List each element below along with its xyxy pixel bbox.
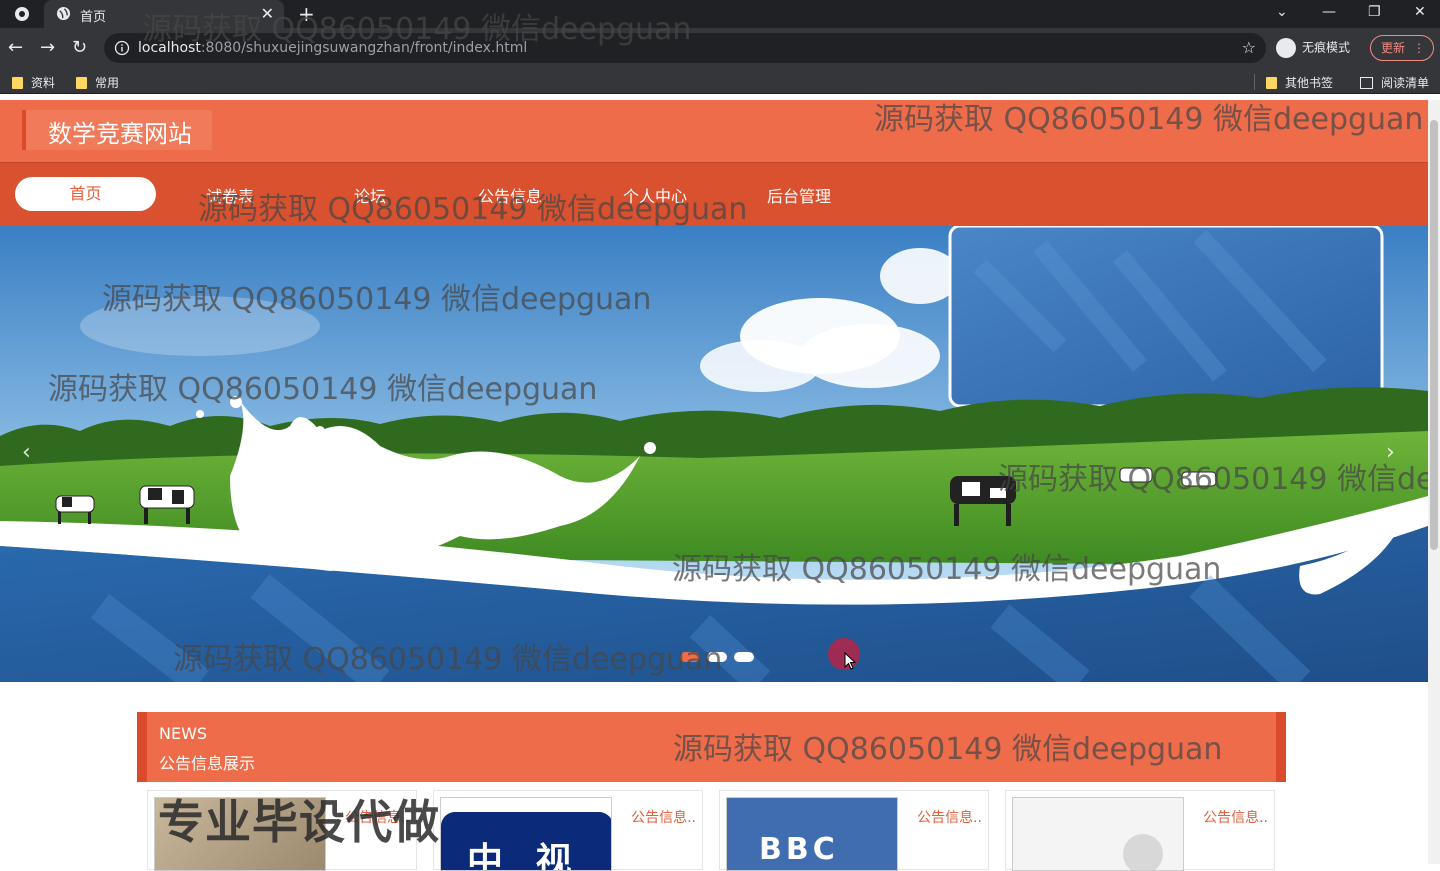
- incognito-icon: [1276, 38, 1296, 58]
- mouse-cursor-icon: [844, 652, 857, 670]
- carousel-next-icon[interactable]: ›: [1386, 440, 1395, 465]
- url-text: localhost:8080/shuxuejingsuwangzhan/fron…: [138, 40, 527, 56]
- reading-list[interactable]: 阅读清单: [1360, 74, 1429, 91]
- carousel-dot-3[interactable]: [734, 652, 754, 662]
- info-icon[interactable]: [114, 40, 130, 56]
- reading-list-icon: [1360, 77, 1373, 89]
- banner-image: [0, 226, 1428, 682]
- browser-logo-icon: [15, 7, 29, 21]
- carousel-prev-icon[interactable]: ‹: [22, 440, 31, 465]
- news-thumbnail: BBC: [726, 797, 898, 871]
- menu-dots-icon[interactable]: ⋮: [1413, 36, 1425, 60]
- reading-list-label: 阅读清单: [1381, 76, 1430, 90]
- url-host: localhost: [138, 40, 201, 56]
- reload-icon[interactable]: ↻: [72, 38, 87, 58]
- globe-icon: [56, 6, 71, 21]
- site-title: 数学竞赛网站: [22, 110, 212, 150]
- nav-item-home[interactable]: 首页: [15, 177, 156, 211]
- bookmark-folder[interactable]: 常用: [76, 74, 119, 91]
- main-nav: 首页 试卷表 论坛 公告信息 个人中心 后台管理: [0, 162, 1428, 226]
- folder-icon: [76, 77, 87, 89]
- tab-search-icon[interactable]: ⌄: [1276, 4, 1288, 20]
- restore-icon[interactable]: ❐: [1368, 4, 1381, 20]
- other-bookmarks-label: 其他书签: [1285, 76, 1334, 90]
- folder-icon: [1266, 77, 1277, 89]
- folder-icon: [12, 77, 23, 89]
- nav-item-notice[interactable]: 公告信息: [478, 183, 542, 207]
- update-button[interactable]: 更新 ⋮: [1370, 35, 1434, 61]
- bookmarks-bar: 资料 常用 其他书签 阅读清单: [0, 68, 1440, 94]
- other-bookmarks[interactable]: 其他书签: [1266, 74, 1333, 91]
- thumbnail-shape: [1123, 834, 1163, 870]
- bookmark-folder[interactable]: 资料: [12, 74, 55, 91]
- incognito-indicator[interactable]: 无痕模式: [1276, 38, 1350, 58]
- nav-item-admin[interactable]: 后台管理: [767, 183, 831, 207]
- update-label: 更新: [1381, 41, 1406, 55]
- bbc-logo-text: BBC: [759, 832, 839, 867]
- new-tab-icon[interactable]: +: [298, 2, 315, 26]
- url-path: :8080/shuxuejingsuwangzhan/front/index.h…: [200, 40, 528, 56]
- tv-logo-text: 中 视: [467, 841, 582, 871]
- news-card-title: 公告信息..: [1203, 810, 1268, 826]
- nav-item-profile[interactable]: 个人中心: [623, 183, 687, 207]
- news-label-en: NEWS: [159, 724, 208, 743]
- bookmark-label: 资料: [31, 76, 56, 90]
- carousel-dot-1[interactable]: [680, 652, 700, 662]
- forward-icon[interactable]: →: [40, 38, 55, 58]
- news-card-title: 公告信息..: [631, 810, 696, 826]
- bookmark-star-icon[interactable]: ☆: [1242, 38, 1256, 57]
- overlay-text: 专业毕设代做: [158, 795, 440, 849]
- tab-title: 首页: [80, 10, 107, 25]
- nav-item-exam[interactable]: 试卷表: [206, 183, 254, 207]
- news-thumbnail: [1012, 797, 1184, 871]
- browser-tabbar: 首页 ✕ + ⌄ — ❐ ✕: [0, 0, 1440, 28]
- browser-toolbar: ← → ↻ localhost:8080/shuxuejingsuwangzha…: [0, 28, 1440, 68]
- news-thumbnail: 中 视: [440, 797, 612, 871]
- scrollbar-thumb[interactable]: [1430, 120, 1438, 550]
- news-card[interactable]: 公告信息..: [1005, 790, 1275, 871]
- carousel-dot-2[interactable]: [707, 652, 727, 662]
- window-close-icon[interactable]: ✕: [1414, 4, 1426, 20]
- bookmark-label: 常用: [95, 76, 120, 90]
- tab-close-icon[interactable]: ✕: [261, 4, 274, 23]
- incognito-label: 无痕模式: [1302, 40, 1351, 55]
- bookmark-divider: [1254, 74, 1255, 90]
- page-scrollbar[interactable]: [1428, 100, 1440, 864]
- minimize-icon[interactable]: —: [1322, 4, 1336, 20]
- address-bar[interactable]: localhost:8080/shuxuejingsuwangzhan/fron…: [104, 33, 1266, 63]
- back-icon[interactable]: ←: [8, 38, 23, 58]
- site-header: 数学竞赛网站: [0, 100, 1428, 162]
- news-card[interactable]: BBC 公告信息..: [719, 790, 989, 871]
- news-card-title: 公告信息..: [917, 810, 982, 826]
- nav-item-forum[interactable]: 论坛: [354, 183, 386, 207]
- browser-tab[interactable]: 首页 ✕: [44, 0, 284, 28]
- news-card[interactable]: 中 视 公告信息..: [433, 790, 703, 871]
- news-label-cn: 公告信息展示: [159, 754, 256, 773]
- news-header: NEWS 公告信息展示: [137, 712, 1286, 782]
- banner-carousel[interactable]: [0, 226, 1428, 682]
